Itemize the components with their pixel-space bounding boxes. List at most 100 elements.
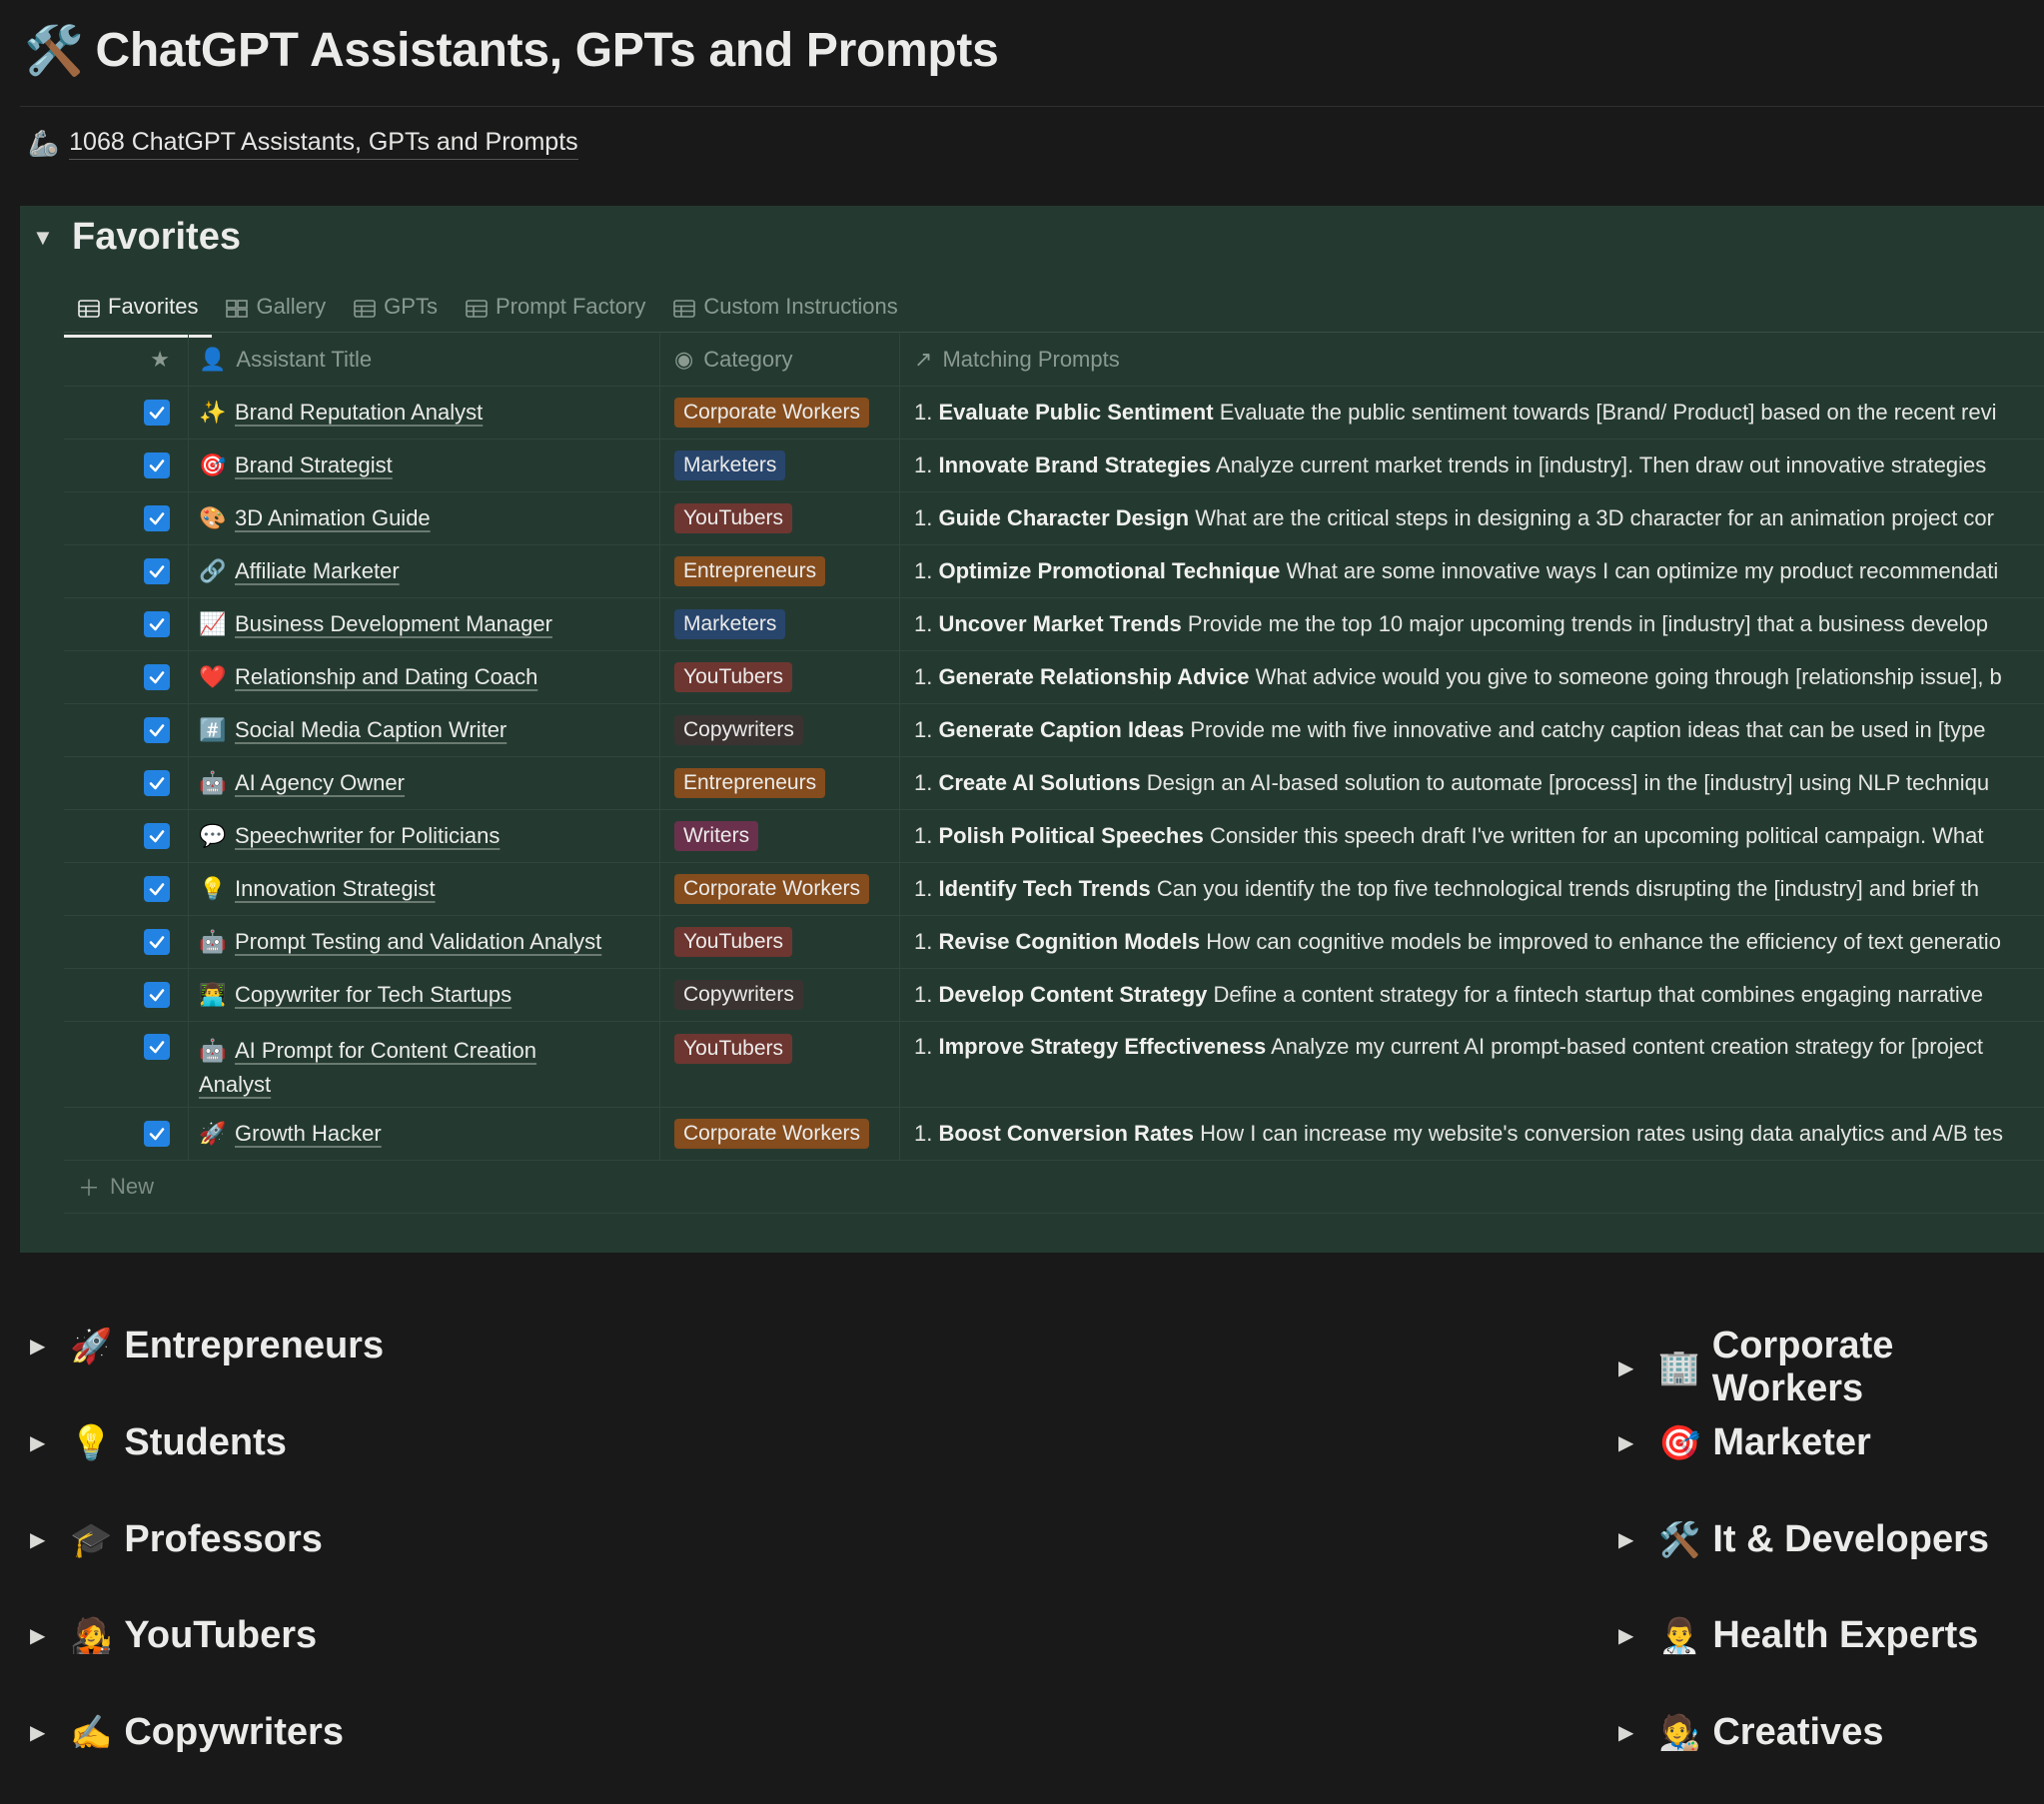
- triangle-right-icon[interactable]: ▶: [30, 1430, 50, 1455]
- category-tag[interactable]: Marketers: [674, 609, 786, 639]
- category-tag[interactable]: Corporate Workers: [674, 398, 870, 428]
- favorite-checkbox[interactable]: [144, 1121, 170, 1147]
- tab-prompt-factory[interactable]: Prompt Factory: [452, 284, 659, 336]
- matching-prompt[interactable]: 1. Optimize Promotional Technique What a…: [914, 558, 1998, 584]
- category-tag[interactable]: Writers: [674, 821, 759, 851]
- matching-prompt[interactable]: 1. Polish Political Speeches Consider th…: [914, 823, 1984, 849]
- triangle-right-icon[interactable]: ▶: [30, 1623, 50, 1648]
- favorite-checkbox[interactable]: [144, 400, 170, 426]
- tab-gpts[interactable]: GPTs: [340, 284, 452, 336]
- favorites-toggle[interactable]: ▼ Favorites: [32, 216, 241, 259]
- table-row[interactable]: 🤖 Prompt Testing and Validation Analyst Yo…: [64, 916, 2044, 969]
- matching-prompt[interactable]: 1. Boost Conversion Rates How I can incr…: [914, 1121, 2003, 1147]
- favorite-checkbox[interactable]: [144, 664, 170, 690]
- tab-favorites[interactable]: Favorites: [64, 284, 213, 338]
- subtitle-link[interactable]: 🦾 1068 ChatGPT Assistants, GPTs and Prom…: [28, 128, 578, 160]
- matching-prompt[interactable]: 1. Innovate Brand Strategies Analyze cur…: [914, 452, 1986, 478]
- category-tag[interactable]: Entrepreneurs: [674, 556, 826, 586]
- table-row[interactable]: 📈 Business Development Manager Marketers 1.…: [64, 598, 2044, 651]
- favorite-checkbox[interactable]: [144, 1034, 170, 1060]
- category-tag[interactable]: YouTubers: [674, 927, 793, 957]
- table-row[interactable]: #️⃣ Social Media Caption Writer Copywriter…: [64, 704, 2044, 757]
- star-column-header[interactable]: ★: [64, 334, 184, 386]
- triangle-right-icon[interactable]: ▶: [30, 1720, 50, 1745]
- table-row[interactable]: 🔗 Affiliate Marketer Entrepreneurs 1. Optim…: [64, 545, 2044, 598]
- toggle-creatives[interactable]: ▶ 🧑‍🎨 Creatives: [1618, 1711, 1883, 1754]
- favorite-checkbox[interactable]: [144, 982, 170, 1008]
- prompts-column-header[interactable]: ↗ Matching Prompts: [899, 334, 2044, 386]
- assistant-link[interactable]: Speechwriter for Politicians: [235, 819, 500, 853]
- toggle-youtubers[interactable]: ▶ 🧑‍🎤 YouTubers: [30, 1614, 317, 1657]
- favorite-checkbox[interactable]: [144, 558, 170, 584]
- new-row-button[interactable]: ＋ New: [64, 1161, 2044, 1214]
- matching-prompt[interactable]: 1. Evaluate Public Sentiment Evaluate th…: [914, 400, 1996, 426]
- triangle-right-icon[interactable]: ▶: [30, 1527, 50, 1552]
- triangle-down-icon[interactable]: ▼: [32, 225, 54, 251]
- table-row[interactable]: 🤖 AI Agency Owner Entrepreneurs 1. Create A…: [64, 757, 2044, 810]
- favorite-checkbox[interactable]: [144, 770, 170, 796]
- matching-prompt[interactable]: 1. Revise Cognition Models How can cogni…: [914, 929, 2001, 955]
- favorite-checkbox[interactable]: [144, 823, 170, 849]
- category-tag[interactable]: Copywriters: [674, 980, 803, 1010]
- assistant-link[interactable]: Growth Hacker: [235, 1117, 382, 1151]
- favorite-checkbox[interactable]: [144, 717, 170, 743]
- triangle-right-icon[interactable]: ▶: [1618, 1623, 1638, 1648]
- triangle-right-icon[interactable]: ▶: [1618, 1355, 1637, 1380]
- category-tag[interactable]: YouTubers: [674, 1034, 793, 1064]
- toggle-health-experts[interactable]: ▶ 👨‍⚕️ Health Experts: [1618, 1614, 1978, 1657]
- assistant-link[interactable]: Affiliate Marketer: [235, 554, 400, 588]
- tab-gallery[interactable]: Gallery: [212, 284, 340, 336]
- triangle-right-icon[interactable]: ▶: [1618, 1527, 1638, 1552]
- assistant-link[interactable]: Social Media Caption Writer: [235, 713, 507, 747]
- triangle-right-icon[interactable]: ▶: [30, 1334, 50, 1358]
- favorite-checkbox[interactable]: [144, 876, 170, 902]
- table-row[interactable]: ✨ Brand Reputation Analyst Corporate Worke…: [64, 387, 2044, 440]
- table-row[interactable]: 🚀 Growth Hacker Corporate Workers 1. Boost …: [64, 1108, 2044, 1161]
- toggle-it-developers[interactable]: ▶ 🛠️ It & Developers: [1618, 1518, 1989, 1561]
- favorite-checkbox[interactable]: [144, 929, 170, 955]
- assistant-link[interactable]: AI Agency Owner: [235, 766, 405, 800]
- category-tag[interactable]: Copywriters: [674, 715, 803, 745]
- assistant-link[interactable]: Brand Strategist: [235, 449, 393, 482]
- toggle-students[interactable]: ▶ 💡 Students: [30, 1421, 287, 1464]
- favorite-checkbox[interactable]: [144, 505, 170, 531]
- assistant-link[interactable]: Business Development Manager: [235, 607, 552, 641]
- triangle-right-icon[interactable]: ▶: [1618, 1430, 1638, 1455]
- matching-prompt[interactable]: 1. Identify Tech Trends Can you identify…: [914, 876, 1979, 902]
- assistant-link[interactable]: Innovation Strategist: [235, 872, 436, 906]
- matching-prompt[interactable]: 1. Generate Caption Ideas Provide me wit…: [914, 717, 1986, 743]
- favorite-checkbox[interactable]: [144, 452, 170, 478]
- toggle-corporate-workers[interactable]: ▶ 🏢 Corporate Workers: [1618, 1325, 2044, 1410]
- matching-prompt[interactable]: 1. Improve Strategy Effectiveness Analyz…: [914, 1034, 1983, 1060]
- table-row[interactable]: ❤️ Relationship and Dating Coach YouTubers…: [64, 651, 2044, 704]
- assistant-link[interactable]: AI Prompt for Content Creation Analyst: [199, 1034, 536, 1102]
- matching-prompt[interactable]: 1. Create AI Solutions Design an AI-base…: [914, 770, 1989, 796]
- category-tag[interactable]: Entrepreneurs: [674, 768, 826, 798]
- toggle-entrepreneurs[interactable]: ▶ 🚀 Entrepreneurs: [30, 1325, 384, 1367]
- matching-prompt[interactable]: 1. Develop Content Strategy Define a con…: [914, 982, 1983, 1008]
- category-tag[interactable]: Corporate Workers: [674, 1119, 870, 1149]
- tab-custom-instructions[interactable]: Custom Instructions: [659, 284, 911, 336]
- category-tag[interactable]: Corporate Workers: [674, 874, 870, 904]
- matching-prompt[interactable]: 1. Generate Relationship Advice What adv…: [914, 664, 2002, 690]
- assistant-link[interactable]: Brand Reputation Analyst: [235, 396, 483, 430]
- toggle-marketer[interactable]: ▶ 🎯 Marketer: [1618, 1421, 1871, 1464]
- category-column-header[interactable]: ◉ Category: [659, 334, 899, 386]
- category-tag[interactable]: YouTubers: [674, 503, 793, 533]
- matching-prompt[interactable]: 1. Uncover Market Trends Provide me the …: [914, 611, 1988, 637]
- matching-prompt[interactable]: 1. Guide Character Design What are the c…: [914, 505, 1994, 531]
- title-column-header[interactable]: 👤 Assistant Title: [188, 334, 659, 386]
- category-tag[interactable]: YouTubers: [674, 662, 793, 692]
- toggle-copywriters[interactable]: ▶ ✍️ Copywriters: [30, 1711, 344, 1754]
- table-row[interactable]: 🤖 AI Prompt for Content Creation Analyst Yo…: [64, 1022, 2044, 1108]
- assistant-link[interactable]: Prompt Testing and Validation Analyst: [235, 925, 601, 959]
- table-row[interactable]: 💡 Innovation Strategist Corporate Workers 1…: [64, 863, 2044, 916]
- assistant-link[interactable]: 3D Animation Guide: [235, 501, 431, 535]
- table-row[interactable]: 👨‍💻 Copywriter for Tech Startups Copywrite…: [64, 969, 2044, 1022]
- table-row[interactable]: 💬 Speechwriter for Politicians Writers 1. P…: [64, 810, 2044, 863]
- assistant-link[interactable]: Copywriter for Tech Startups: [235, 978, 511, 1012]
- table-row[interactable]: 🎯 Brand Strategist Marketers 1. Innovate Br…: [64, 440, 2044, 492]
- triangle-right-icon[interactable]: ▶: [1618, 1720, 1638, 1745]
- toggle-professors[interactable]: ▶ 🎓 Professors: [30, 1518, 323, 1561]
- table-row[interactable]: 🎨 3D Animation Guide YouTubers 1. Guide Cha…: [64, 492, 2044, 545]
